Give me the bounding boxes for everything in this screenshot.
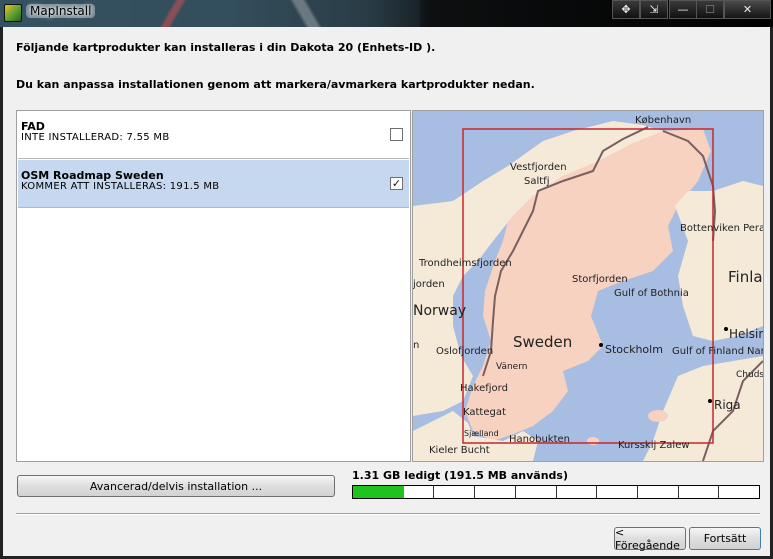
gotland-island [648, 410, 668, 422]
next-button[interactable]: Fortsätt [689, 527, 761, 550]
map-label-gulf-of-finland: Gulf of Finland [672, 346, 744, 357]
map-label-kiel: Kieler Bucht [429, 445, 490, 456]
divider [16, 513, 760, 515]
restore-to-device-icon[interactable]: ⇲ [640, 0, 668, 19]
oland-island [587, 437, 599, 445]
map-label-kattegat: Kattegat [463, 407, 506, 418]
disk-space-label: 1.31 GB ledigt (191.5 MB används) [352, 469, 568, 482]
intro-text-customize: Du kan anpassa installationen genom att … [16, 78, 535, 91]
product-status: INTE INSTALLERAD: 7.55 MB [21, 132, 170, 143]
map-label-norway: Norway [413, 303, 466, 319]
meter-segment [475, 486, 516, 498]
map-label-helsinki: Helsin [729, 327, 763, 341]
move-icon[interactable]: ✥ [612, 0, 640, 19]
maximize-button[interactable]: ☐ [696, 0, 724, 19]
map-label-n: n [413, 340, 419, 351]
map-label-nar: Nar [747, 346, 763, 357]
product-checkbox[interactable] [390, 128, 403, 141]
meter-segment [638, 486, 679, 498]
meter-segment [516, 486, 557, 498]
map-label-sweden: Sweden [513, 333, 572, 351]
map-label-hakefjord: Hakefjord [460, 383, 508, 394]
map-label-sjaelland: Sjælland [464, 429, 499, 438]
minimize-button[interactable]: — [669, 0, 697, 19]
riga-marker [708, 399, 712, 403]
map-label-trondheimsfjorden: Trondheimsfjorden [418, 258, 512, 269]
back-button[interactable]: < Föregående [614, 526, 686, 552]
map-label-gulf-of-bothnia: Gulf of Bothnia [614, 288, 689, 299]
map-label-hanobukten: Hanobukten [509, 434, 570, 445]
product-item-fad[interactable]: FAD INTE INSTALLERAD: 7.55 MB [18, 111, 409, 159]
stockholm-marker [599, 343, 603, 347]
title-bar[interactable]: MapInstall ✥ ⇲ — ☐ ✕ [0, 0, 773, 27]
meter-segment [557, 486, 598, 498]
map-label-kursskij: Kursskij Zalew [618, 440, 690, 451]
finland-land [675, 181, 763, 341]
map-label-stockholm: Stockholm [605, 343, 663, 356]
dialog-body: Följande kartprodukter kan installeras i… [3, 27, 770, 556]
advanced-install-button[interactable]: Avancerad/delvis installation ... [17, 475, 335, 497]
window-title: MapInstall [26, 4, 96, 18]
map-label-oslofjorden: Oslofjorden [436, 346, 493, 357]
meter-segment [719, 486, 759, 498]
map-canvas: København Vestfjorden Saltfj Bottenviken… [413, 111, 763, 461]
app-icon[interactable] [4, 4, 22, 22]
helsinki-marker [724, 327, 728, 331]
map-label-storfjorden: Storfjorden [572, 274, 628, 285]
disk-usage-fill [353, 486, 404, 498]
map-label-finland: Finla [728, 268, 763, 286]
meter-segment [597, 486, 638, 498]
map-preview[interactable]: København Vestfjorden Saltfj Bottenviken… [412, 110, 764, 462]
product-checkbox[interactable]: ✓ [390, 177, 403, 190]
map-label-bottenviken: Bottenviken Pera [680, 223, 763, 234]
map-label-vanern: Vänern [496, 362, 527, 372]
product-status: KOMMER ATT INSTALLERAS: 191.5 MB [21, 181, 220, 192]
map-label-chuds: Chuds [736, 370, 763, 380]
close-button[interactable]: ✕ [724, 0, 771, 19]
map-label-riga: Riga [714, 398, 741, 412]
meter-segment [434, 486, 476, 498]
meter-segment [679, 486, 720, 498]
map-label-vestfjorden: Vestfjorden [510, 162, 567, 173]
disk-usage-meter [352, 485, 760, 499]
map-label-saltfj: Saltfj [524, 176, 549, 187]
intro-text-device: Följande kartprodukter kan installeras i… [16, 41, 436, 54]
map-label-kobenhavn: København [635, 115, 691, 126]
map-label-fjorden: jorden [413, 279, 445, 290]
product-list[interactable]: FAD INTE INSTALLERAD: 7.55 MB OSM Roadma… [16, 110, 411, 462]
product-item-osm-sweden[interactable]: OSM Roadmap Sweden KOMMER ATT INSTALLERA… [18, 160, 409, 208]
